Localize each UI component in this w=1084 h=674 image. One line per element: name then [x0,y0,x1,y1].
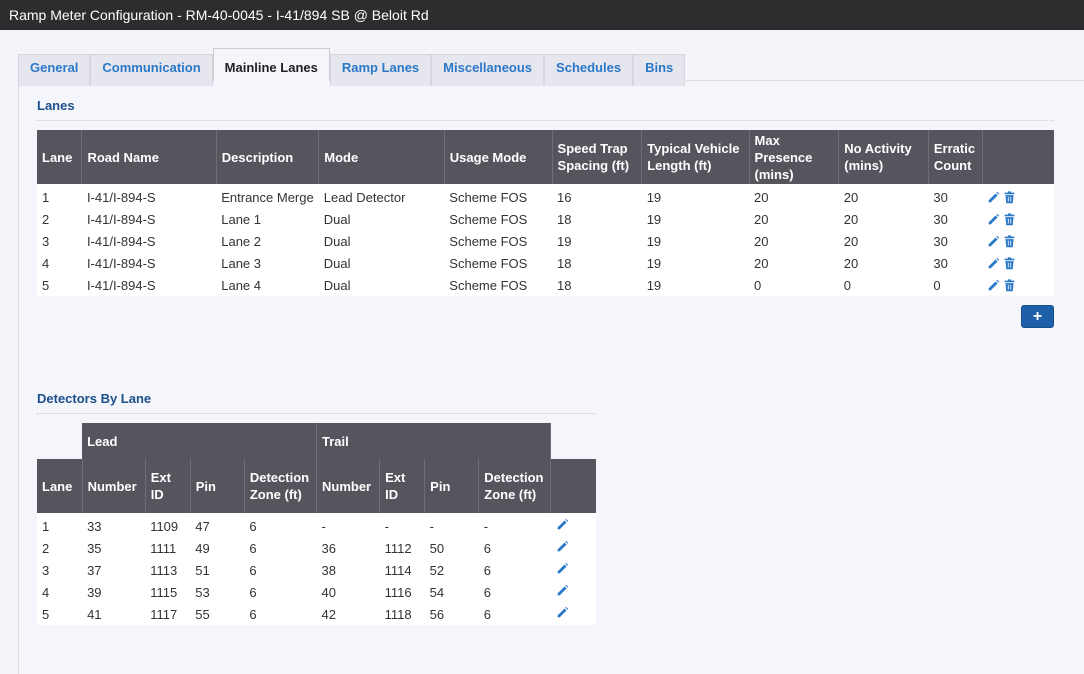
pencil-icon[interactable] [556,518,569,531]
table-row: 2 35 1111 49 6 36 1112 50 6 [37,537,596,559]
tab-ramp-lanes[interactable]: Ramp Lanes [329,54,432,86]
tab-bar: General Communication Mainline Lanes Ram… [18,48,686,86]
tab-bins[interactable]: Bins [633,54,686,86]
trash-icon[interactable] [1003,190,1016,204]
group-trail: Trail [316,423,552,459]
detectors-section-title: Detectors By Lane [37,391,152,406]
plus-icon: + [1032,308,1043,325]
add-lane-button[interactable]: + [1021,305,1054,328]
col-lead-ext-id: Ext ID [145,459,191,513]
col-vehicle-length: Typical Vehicle Length (ft) [641,130,750,184]
lanes-table: Lane Road Name Description Mode Usage Mo… [37,130,1054,296]
table-row: 4 I-41/I-894-S Lane 3 Dual Scheme FOS 18… [37,252,1054,274]
col-no-activity: No Activity (mins) [838,130,929,184]
tab-general[interactable]: General [18,54,91,86]
pencil-icon[interactable] [556,584,569,597]
trash-icon[interactable] [1003,278,1016,292]
col-trail-ext-id: Ext ID [379,459,426,513]
pencil-icon[interactable] [556,562,569,575]
col-lane: Lane [37,459,83,513]
table-row: 2 I-41/I-894-S Lane 1 Dual Scheme FOS 18… [37,208,1054,230]
table-row: 5 I-41/I-894-S Lane 4 Dual Scheme FOS 18… [37,274,1054,296]
lanes-section-title: Lanes [37,98,75,113]
trash-icon[interactable] [1003,234,1016,248]
tab-mainline-lanes[interactable]: Mainline Lanes [212,48,330,81]
window-title: Ramp Meter Configuration - RM-40-0045 - … [0,0,1084,30]
col-actions [982,130,1054,184]
col-lead-pin: Pin [190,459,245,513]
col-trail-zone: Detection Zone (ft) [478,459,552,513]
lanes-divider [37,120,1054,121]
pencil-icon[interactable] [987,191,1000,204]
col-max-presence: Max Presence (mins) [749,130,840,184]
tab-miscellaneous[interactable]: Miscellaneous [431,54,545,86]
detectors-table: Lead Trail Lane Number Ext ID Pin Detect… [37,423,596,625]
detectors-divider [37,413,595,414]
col-lane: Lane [37,130,83,184]
table-row: 5 41 1117 55 6 42 1118 56 6 [37,603,596,625]
table-row: 3 I-41/I-894-S Lane 2 Dual Scheme FOS 19… [37,230,1054,252]
table-row: 3 37 1113 51 6 38 1114 52 6 [37,559,596,581]
col-road-name: Road Name [81,130,217,184]
col-trail-number: Number [316,459,381,513]
col-usage-mode: Usage Mode [444,130,553,184]
col-actions [550,459,596,513]
col-speed-trap: Speed Trap Spacing (ft) [552,130,643,184]
group-lead: Lead [82,423,317,459]
col-mode: Mode [318,130,445,184]
tab-schedules[interactable]: Schedules [544,54,634,86]
col-lead-zone: Detection Zone (ft) [244,459,317,513]
pencil-icon[interactable] [556,606,569,619]
table-row: 1 33 1109 47 6 - - - - [37,515,596,537]
table-row: 1 I-41/I-894-S Entrance Merge Lead Detec… [37,186,1054,208]
col-trail-pin: Pin [424,459,480,513]
pencil-icon[interactable] [987,279,1000,292]
pencil-icon[interactable] [987,257,1000,270]
tab-communication[interactable]: Communication [90,54,213,86]
pencil-icon[interactable] [987,235,1000,248]
col-description: Description [216,130,320,184]
trash-icon[interactable] [1003,256,1016,270]
pencil-icon[interactable] [556,540,569,553]
pencil-icon[interactable] [987,213,1000,226]
col-lead-number: Number [82,459,146,513]
col-erratic-count: Erratic Count [928,130,983,184]
table-row: 4 39 1115 53 6 40 1116 54 6 [37,581,596,603]
trash-icon[interactable] [1003,212,1016,226]
